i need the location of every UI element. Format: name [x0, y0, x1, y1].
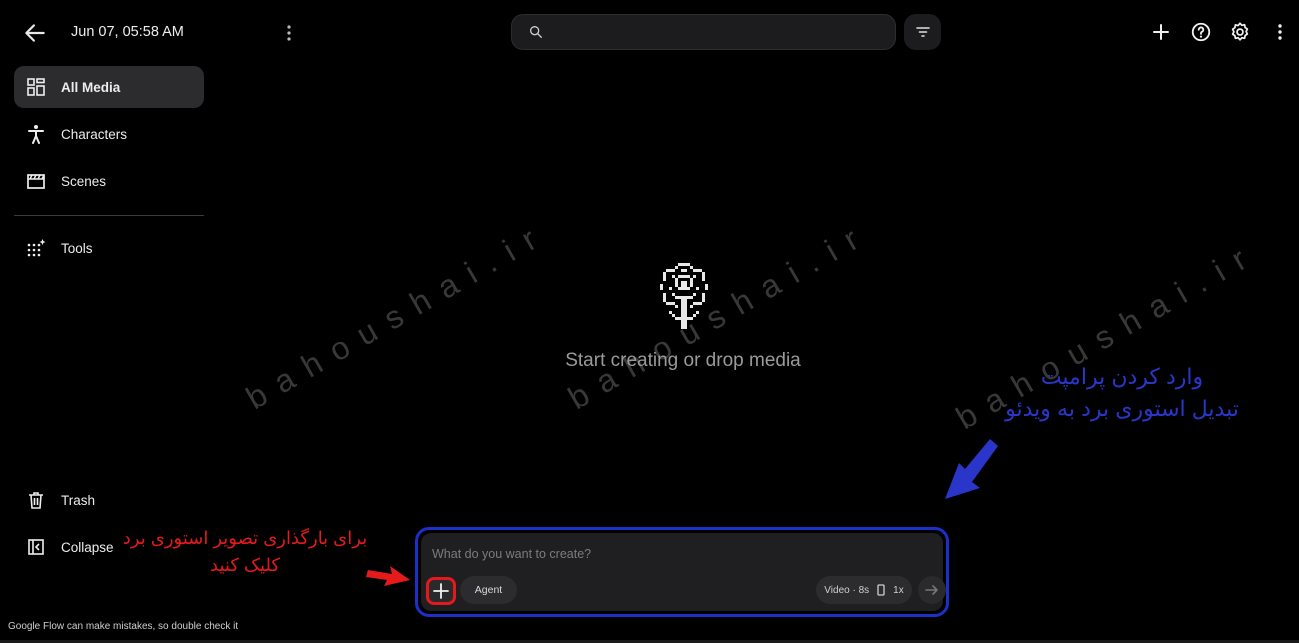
add-button[interactable] [1149, 20, 1173, 44]
pixel-flower-icon [660, 263, 708, 329]
sidebar-item-tools[interactable]: Tools [14, 227, 204, 269]
more-menu-button[interactable] [1268, 20, 1292, 44]
filter-button[interactable] [904, 14, 941, 50]
sidebar-item-label: Scenes [61, 173, 107, 189]
sidebar-item-label: All Media [61, 79, 121, 95]
plus-icon [1153, 24, 1169, 40]
watermark: bahoushai.ir [240, 213, 555, 417]
sidebar-item-label: Characters [61, 126, 128, 142]
trash-icon [25, 489, 47, 511]
generation-settings-button[interactable]: Video · 8s 1x [816, 576, 912, 604]
trash-label: Trash [61, 492, 96, 508]
trash-button[interactable]: Trash [14, 479, 204, 521]
project-menu-button[interactable] [280, 22, 298, 44]
page-title: Jun 07, 05:58 AM [71, 24, 184, 40]
search-bar[interactable] [511, 14, 896, 50]
sparkle-grid-icon [25, 237, 47, 259]
red-arrow [366, 562, 412, 592]
arrow-left-icon [25, 24, 45, 42]
settings-button[interactable] [1228, 20, 1252, 44]
help-icon [1191, 22, 1211, 42]
sidebar-item-label: Tools [61, 240, 93, 256]
sidebar-divider [14, 215, 204, 216]
person-icon [25, 123, 47, 145]
help-button[interactable] [1189, 20, 1213, 44]
sidebar-item-characters[interactable]: Characters [14, 113, 204, 155]
disclaimer-text: Google Flow can make mistakes, so double… [8, 621, 239, 632]
plus-icon [433, 583, 449, 599]
prompt-composer: Agent Video · 8s 1x [415, 527, 949, 617]
back-button[interactable] [22, 20, 48, 46]
phone-portrait-icon [877, 584, 885, 596]
annotation-upload-hint: برای بارگذاری تصویر استوری برد کلیک کنید [122, 528, 368, 575]
collapse-sidebar-icon [25, 536, 47, 558]
mode-label: Video · 8s [824, 584, 870, 596]
prompt-input[interactable] [430, 543, 894, 565]
clapperboard-icon [25, 170, 47, 192]
send-button[interactable] [918, 576, 946, 604]
search-icon [530, 25, 542, 38]
count-label: 1x [893, 584, 904, 596]
sidebar-item-scenes[interactable]: Scenes [14, 160, 204, 202]
add-media-button[interactable] [426, 577, 456, 605]
agent-button[interactable]: Agent [460, 576, 517, 604]
annotation-prompt-hint: وارد کردن پرامپت تبدیل استوری برد به وید… [1005, 364, 1239, 421]
search-input[interactable] [554, 23, 878, 41]
watermark: bahoushai.ir [562, 213, 877, 417]
blue-arrow [942, 438, 1002, 500]
collapse-label: Collapse [61, 539, 114, 555]
sidebar-item-all-media[interactable]: All Media [14, 66, 204, 108]
empty-state-message: Start creating or drop media [565, 350, 801, 371]
grid-icon [25, 76, 47, 98]
filter-icon [915, 27, 930, 37]
more-vert-icon [1278, 24, 1282, 40]
arrow-right-icon [925, 585, 938, 595]
more-vert-icon [287, 25, 291, 41]
gear-icon [1231, 22, 1249, 41]
